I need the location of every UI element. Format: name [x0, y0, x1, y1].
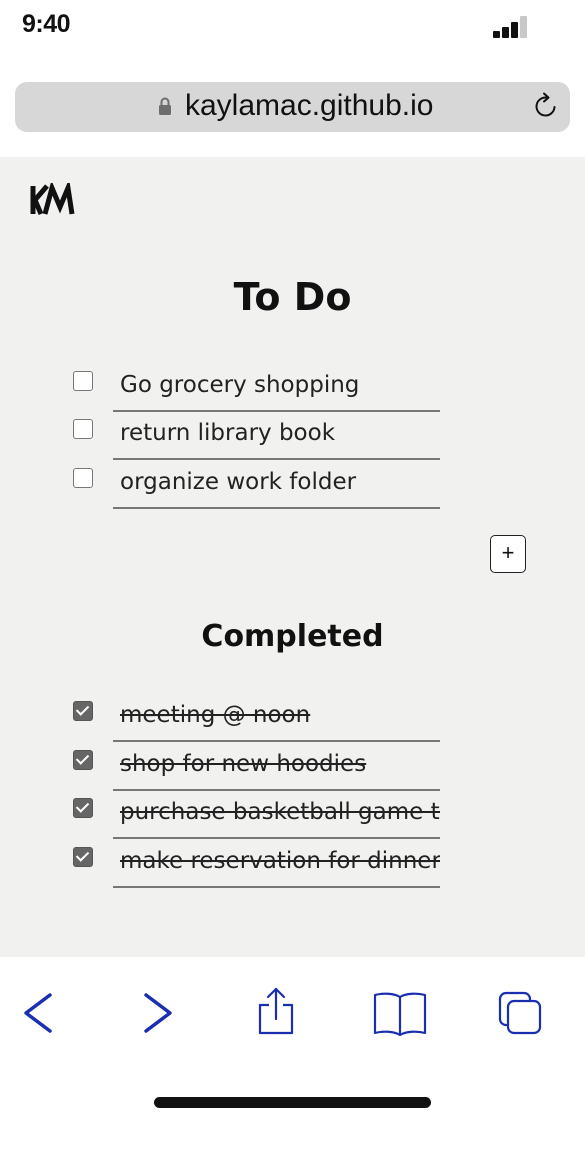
back-icon[interactable]: [14, 987, 62, 1037]
completed-item-label[interactable]: purchase basketball game tic: [120, 799, 440, 825]
completed-item-label[interactable]: shop for new hoodies: [120, 751, 440, 777]
bookmarks-icon[interactable]: [372, 987, 428, 1037]
completed-item-underline: [113, 837, 440, 839]
add-task-button[interactable]: +: [490, 535, 526, 573]
lock-icon: [159, 97, 171, 115]
completed-item-label[interactable]: meeting @ noon: [120, 702, 440, 728]
completed-item-label[interactable]: make reservation for dinner: [120, 848, 440, 874]
completed-item: shop for new hoodies: [70, 746, 450, 794]
cellular-signal-icon: [493, 14, 537, 38]
todo-item-label[interactable]: organize work folder: [120, 469, 440, 495]
todo-item-label[interactable]: return library book: [120, 420, 440, 446]
todo-item-underline: [113, 458, 440, 460]
address-bar[interactable]: kaylamac.github.io: [15, 82, 570, 132]
forward-icon[interactable]: [134, 987, 182, 1037]
completed-title: Completed: [201, 619, 384, 654]
km-logo-icon: [30, 183, 75, 215]
todo-title: To Do: [233, 275, 352, 319]
status-bar: 9:40: [0, 0, 585, 56]
todo-item: return library book: [70, 415, 450, 463]
reload-icon[interactable]: [530, 90, 562, 122]
completed-item-underline: [113, 740, 440, 742]
completed-checkbox[interactable]: [73, 847, 93, 867]
completed-item: meeting @ noon: [70, 697, 450, 745]
home-indicator[interactable]: [154, 1097, 431, 1108]
completed-item: make reservation for dinner: [70, 843, 450, 891]
url-text[interactable]: kaylamac.github.io: [185, 89, 433, 123]
todo-item-underline: [113, 410, 440, 412]
completed-item: purchase basketball game tic: [70, 794, 450, 842]
todo-item: organize work folder: [70, 464, 450, 512]
todo-checkbox[interactable]: [73, 419, 93, 439]
completed-checkbox[interactable]: [73, 798, 93, 818]
browser-toolbar: [0, 957, 585, 1067]
completed-item-underline: [113, 789, 440, 791]
completed-checkbox[interactable]: [73, 750, 93, 770]
todo-checkbox[interactable]: [73, 468, 93, 488]
todo-checkbox[interactable]: [73, 371, 93, 391]
web-page: To Do Go grocery shopping return library…: [0, 157, 585, 957]
tabs-icon[interactable]: [496, 987, 544, 1037]
status-time: 9:40: [22, 10, 71, 38]
todo-item: Go grocery shopping: [70, 367, 450, 415]
completed-item-underline: [113, 886, 440, 888]
share-icon[interactable]: [252, 987, 300, 1037]
completed-checkbox[interactable]: [73, 701, 93, 721]
todo-item-label[interactable]: Go grocery shopping: [120, 372, 440, 398]
todo-item-underline: [113, 507, 440, 509]
